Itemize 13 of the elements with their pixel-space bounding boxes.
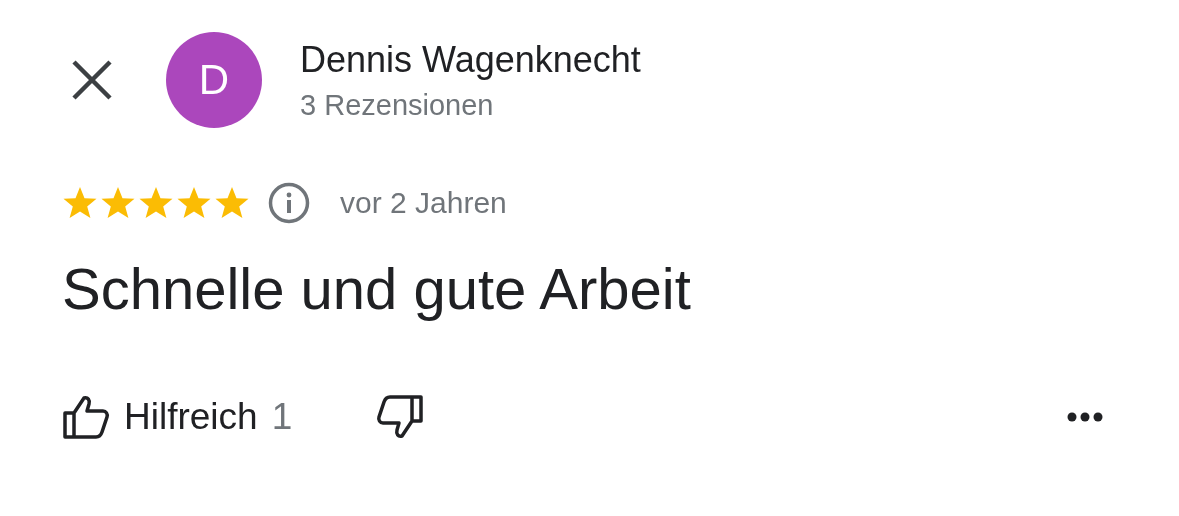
not-helpful-button[interactable]	[376, 393, 425, 440]
avatar: D	[166, 32, 262, 128]
more-options-button[interactable]	[1067, 411, 1103, 422]
review-text: Schnelle und gute Arbeit	[61, 255, 692, 323]
review-count[interactable]: 3 Rezensionen	[300, 88, 641, 122]
more-icon	[1067, 411, 1103, 422]
info-icon[interactable]	[268, 182, 310, 224]
helpful-button[interactable]: Hilfreich 1	[62, 393, 293, 440]
reviewer-name[interactable]: Dennis Wagenknecht	[300, 38, 641, 81]
thumbs-up-icon	[62, 393, 110, 440]
review-date: vor 2 Jahren	[340, 186, 507, 220]
close-icon	[70, 58, 114, 102]
thumbs-down-icon	[376, 393, 425, 440]
